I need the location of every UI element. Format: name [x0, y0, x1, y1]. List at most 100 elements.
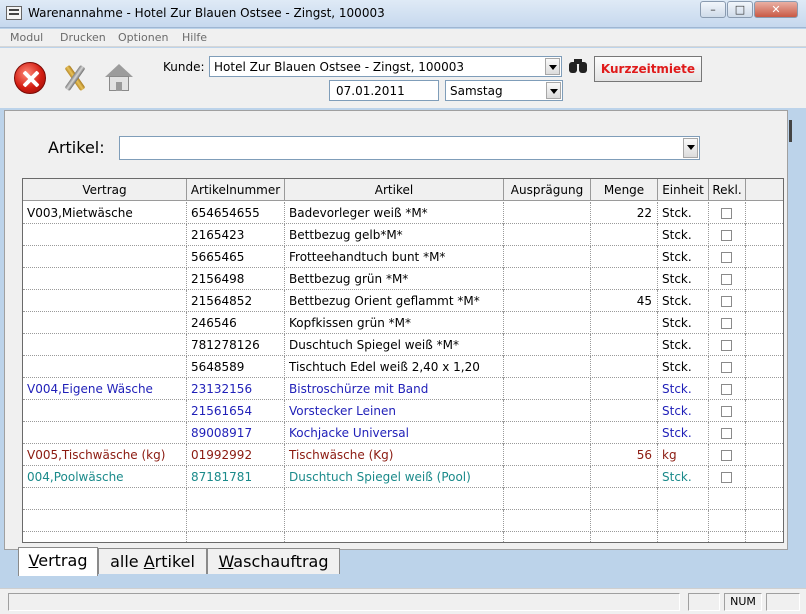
cell-auspraegung	[504, 466, 591, 488]
artikel-select[interactable]	[119, 136, 700, 160]
binoculars-icon[interactable]	[568, 58, 588, 74]
date-field[interactable]: 07.01.2011	[329, 80, 439, 101]
status-num: NUM	[724, 593, 762, 611]
cell-filler	[746, 532, 783, 542]
date-value: 07.01.2011	[336, 84, 405, 98]
scrollbar-stub[interactable]	[789, 120, 792, 142]
close-window-button[interactable]: ✕	[754, 1, 798, 18]
header-artikel[interactable]: Artikel	[285, 179, 504, 201]
cell-artikelnummer: 2156498	[187, 268, 285, 290]
table-row[interactable]: 21564852 Bettbezug Orient geflammt *M* 45 S…	[23, 290, 783, 312]
cell-filler	[746, 246, 783, 268]
status-cell-caps	[688, 593, 720, 611]
cell-filler	[746, 400, 783, 422]
rekl-checkbox[interactable]	[721, 296, 732, 307]
rekl-checkbox[interactable]	[721, 384, 732, 395]
cell-vertrag	[23, 356, 187, 378]
rekl-checkbox[interactable]	[721, 274, 732, 285]
rekl-checkbox[interactable]	[721, 340, 732, 351]
cell-menge	[591, 334, 658, 356]
cell-vertrag	[23, 488, 187, 510]
table-row[interactable]: V003,Mietwäsche 654654655 Badevorleger wei…	[23, 202, 783, 224]
cell-vertrag	[23, 400, 187, 422]
tab-label-post: aschauftrag	[233, 552, 329, 571]
cell-artikel: Bettbezug Orient geflammt *M*	[285, 290, 504, 312]
cell-artikelnummer: 2165423	[187, 224, 285, 246]
cell-vertrag	[23, 290, 187, 312]
table-row[interactable]: 2156498 Bettbezug grün *M* Stck.	[23, 268, 783, 290]
header-vertrag[interactable]: Vertrag	[23, 179, 187, 201]
window-title: Warenannahme - Hotel Zur Blauen Ostsee -…	[28, 6, 385, 20]
chevron-down-icon[interactable]	[545, 58, 560, 75]
table-row[interactable]: 781278126 Duschtuch Spiegel weiß *M* Stck.	[23, 334, 783, 356]
cell-vertrag: V003,Mietwäsche	[23, 202, 187, 224]
rekl-checkbox[interactable]	[721, 406, 732, 417]
chevron-down-icon[interactable]	[683, 138, 698, 158]
cell-artikelnummer: 21564852	[187, 290, 285, 312]
empty-row[interactable]	[23, 488, 783, 510]
table-row[interactable]: V005,Tischwäsche (kg) 01992992 Tischwäsche…	[23, 444, 783, 466]
table-row[interactable]: 89008917 Kochjacke Universal Stck.	[23, 422, 783, 444]
cell-einheit: Stck.	[658, 400, 709, 422]
cell-artikel: Duschtuch Spiegel weiß *M*	[285, 334, 504, 356]
kurzzeitmiete-button[interactable]: Kurzzeitmiete	[594, 56, 702, 82]
cell-artikelnummer: 89008917	[187, 422, 285, 444]
table-row[interactable]: 004,Poolwäsche 87181781 Duschtuch Spiegel …	[23, 466, 783, 488]
close-icon[interactable]	[14, 62, 46, 94]
cell-filler	[746, 356, 783, 378]
kunde-select[interactable]: Hotel Zur Blauen Ostsee - Zingst, 100003	[209, 56, 562, 77]
cell-auspraegung	[504, 488, 591, 510]
tab-label-accesskey: A	[143, 552, 155, 571]
tab-alle-artikel[interactable]: alle Artikel	[98, 548, 207, 574]
cell-artikel: Tischwäsche (Kg)	[285, 444, 504, 466]
cell-einheit: Stck.	[658, 356, 709, 378]
menu-drucken[interactable]: Drucken	[60, 31, 106, 44]
tools-icon[interactable]	[60, 62, 90, 94]
table-row[interactable]: 21561654 Vorstecker Leinen Stck.	[23, 400, 783, 422]
table-row[interactable]: 5665465 Frotteehandtuch bunt *M* Stck.	[23, 246, 783, 268]
day-select[interactable]: Samstag	[445, 80, 563, 101]
minimize-button[interactable]: –	[700, 1, 726, 18]
cell-artikelnummer	[187, 488, 285, 510]
table-row[interactable]: 246546 Kopfkissen grün *M* Stck.	[23, 312, 783, 334]
menu-modul[interactable]: Modul	[10, 31, 43, 44]
rekl-checkbox[interactable]	[721, 208, 732, 219]
tab-vertrag[interactable]: Vertrag	[18, 547, 98, 576]
chevron-down-icon[interactable]	[546, 82, 561, 99]
header-menge[interactable]: Menge	[591, 179, 658, 201]
kunde-value: Hotel Zur Blauen Ostsee - Zingst, 100003	[214, 60, 465, 74]
menu-hilfe[interactable]: Hilfe	[182, 31, 207, 44]
table-row[interactable]: 5648589 Tischtuch Edel weiß 2,40 x 1,20 St…	[23, 356, 783, 378]
cell-artikel: Kopfkissen grün *M*	[285, 312, 504, 334]
rekl-checkbox[interactable]	[721, 428, 732, 439]
rekl-checkbox[interactable]	[721, 230, 732, 241]
rekl-checkbox[interactable]	[721, 450, 732, 461]
cell-filler	[746, 378, 783, 400]
cell-auspraegung	[504, 400, 591, 422]
cell-menge: 45	[591, 290, 658, 312]
empty-row[interactable]	[23, 510, 783, 532]
header-artikelnummer[interactable]: Artikelnummer	[187, 179, 285, 201]
header-rekl[interactable]: Rekl.	[709, 179, 746, 201]
header-einheit[interactable]: Einheit	[658, 179, 709, 201]
header-auspraegung[interactable]: Ausprägung	[504, 179, 591, 201]
rekl-checkbox[interactable]	[721, 252, 732, 263]
tab-waschauftrag[interactable]: Waschauftrag	[207, 548, 340, 574]
cell-einheit	[658, 488, 709, 510]
table-row[interactable]: V004,Eigene Wäsche 23132156 Bistroschürze …	[23, 378, 783, 400]
maximize-button[interactable]: □	[727, 1, 753, 18]
cell-einheit	[658, 532, 709, 542]
empty-row[interactable]	[23, 532, 783, 542]
rekl-checkbox[interactable]	[721, 362, 732, 373]
cell-artikelnummer: 23132156	[187, 378, 285, 400]
table-row[interactable]: 2165423 Bettbezug gelb*M* Stck.	[23, 224, 783, 246]
cell-auspraegung	[504, 510, 591, 532]
rekl-checkbox[interactable]	[721, 472, 732, 483]
cell-menge	[591, 268, 658, 290]
rekl-checkbox[interactable]	[721, 318, 732, 329]
cell-filler	[746, 444, 783, 466]
cell-menge: 56	[591, 444, 658, 466]
home-icon[interactable]	[104, 64, 134, 92]
cell-artikelnummer: 87181781	[187, 466, 285, 488]
menu-optionen[interactable]: Optionen	[118, 31, 168, 44]
